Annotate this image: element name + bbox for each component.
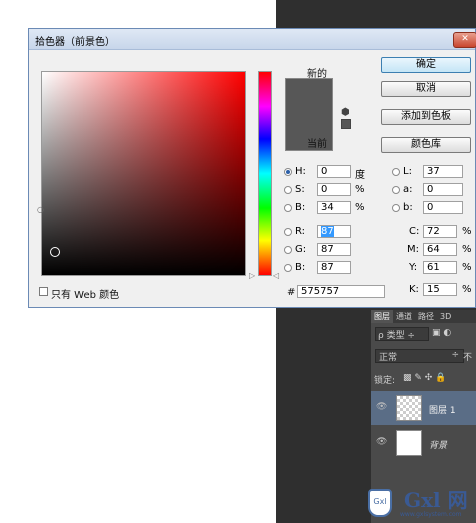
watermark-brand: Gxl 网 [404, 488, 468, 512]
label-blue: B: [295, 262, 306, 273]
hue-left-arrow-icon[interactable]: ▷ [249, 271, 255, 280]
tab-channels[interactable]: 通道 [393, 310, 415, 323]
tab-3d[interactable]: 3D [437, 311, 454, 322]
hue-right-arrow-icon[interactable]: ◁ [273, 271, 279, 280]
kind-filter-select[interactable]: ρ 类型 ÷ [375, 327, 429, 341]
unit-percent: % [462, 284, 472, 295]
tab-layers[interactable]: 图层 [371, 310, 393, 323]
layer-name[interactable]: 图层 1 [429, 403, 456, 416]
layer-name[interactable]: 背景 [429, 438, 447, 451]
color-libraries-button[interactable]: 颜色库 [381, 137, 471, 153]
unit-percent: % [462, 226, 472, 237]
unit-percent: % [462, 262, 472, 273]
label-r: R: [295, 226, 306, 237]
ok-button[interactable]: 确定 [381, 57, 471, 73]
m-input[interactable]: 64 [423, 243, 457, 256]
a-input[interactable]: 0 [423, 183, 463, 196]
r-value-selected: 87 [321, 226, 334, 237]
hex-hash-label: # [287, 287, 296, 298]
new-color-swatch [285, 78, 333, 115]
watermark-logo-icon: Gxl [368, 489, 392, 517]
visibility-eye-icon[interactable]: 👁 [376, 437, 387, 447]
hex-input[interactable]: 575757 [297, 285, 385, 298]
label-brightness: B: [295, 202, 306, 213]
blend-mode-value: 正常 [379, 353, 398, 363]
tab-paths[interactable]: 路径 [415, 310, 437, 323]
add-to-swatches-button[interactable]: 添加到色板 [381, 109, 471, 125]
lock-icons[interactable]: ▩ ✎ ✣ 🔒 [403, 373, 446, 383]
unit-percent: % [355, 202, 365, 213]
r-input[interactable]: 87 [317, 225, 351, 238]
label-s: S: [295, 184, 305, 195]
lab-b-input[interactable]: 0 [423, 201, 463, 214]
l-input[interactable]: 37 [423, 165, 463, 178]
filter-icons[interactable]: ▣ ◐ [432, 328, 451, 338]
saturation-brightness-field[interactable] [41, 71, 246, 276]
radio-g[interactable] [284, 246, 292, 254]
color-picker-dialog: 拾色器（前景色） ✕ ○ ▷ ◁ 新的 当前 ⬢ 确定 取消 添加到色板 颜色库… [28, 28, 476, 308]
label-c: C: [409, 226, 420, 237]
layers-panel-tabs: 图层 通道 路径 3D [371, 310, 476, 323]
field-edge-marker: ○ [37, 205, 44, 214]
k-input[interactable]: 15 [423, 283, 457, 296]
radio-brightness[interactable] [284, 204, 292, 212]
radio-l[interactable] [392, 168, 400, 176]
visibility-eye-icon[interactable]: 👁 [376, 402, 387, 412]
radio-s[interactable] [284, 186, 292, 194]
label-h: H: [295, 166, 306, 177]
unit-percent: % [462, 244, 472, 255]
gamut-cube-icon[interactable]: ⬢ [341, 107, 350, 118]
radio-a[interactable] [392, 186, 400, 194]
unit-percent: % [355, 184, 365, 195]
cancel-button[interactable]: 取消 [381, 81, 471, 97]
label-g: G: [295, 244, 307, 255]
s-input[interactable]: 0 [317, 183, 351, 196]
c-input[interactable]: 72 [423, 225, 457, 238]
label-lab-b: b: [403, 202, 413, 213]
layer-row-layer1[interactable]: 👁 图层 1 [371, 391, 476, 425]
dialog-title: 拾色器（前景色） [35, 37, 115, 48]
blend-mode-select[interactable]: 正常 ÷ [375, 349, 464, 363]
title-bar[interactable]: 拾色器（前景色） ✕ [29, 29, 476, 50]
radio-lab-b[interactable] [392, 204, 400, 212]
layer-thumbnail [396, 430, 422, 456]
label-y: Y: [409, 262, 418, 273]
layer-row-background[interactable]: 👁 背景 [371, 426, 476, 460]
close-button[interactable]: ✕ [453, 32, 476, 48]
color-marker[interactable] [50, 247, 60, 257]
blue-input[interactable]: 87 [317, 261, 351, 274]
lock-label: 锁定: [374, 376, 396, 386]
websafe-swatch-icon[interactable] [341, 119, 351, 129]
chevron-icon: ÷ [451, 350, 459, 360]
label-k: K: [409, 284, 419, 295]
unit-degree: 度 [355, 170, 365, 181]
y-input[interactable]: 61 [423, 261, 457, 274]
web-colors-only-checkbox[interactable] [39, 287, 48, 296]
opacity-label: 不 [463, 353, 473, 363]
layer-thumbnail [396, 395, 422, 421]
h-input[interactable]: 0 [317, 165, 351, 178]
hue-slider[interactable] [258, 71, 272, 276]
radio-blue[interactable] [284, 264, 292, 272]
watermark-url: www.gxlsystem.com [400, 511, 462, 518]
radio-h[interactable] [284, 168, 292, 176]
label-a: a: [403, 184, 413, 195]
current-color-label: 当前 [307, 139, 327, 150]
radio-r[interactable] [284, 228, 292, 236]
web-colors-only-label[interactable]: 只有 Web 颜色 [51, 286, 119, 301]
brightness-input[interactable]: 34 [317, 201, 351, 214]
label-m: M: [407, 244, 419, 255]
g-input[interactable]: 87 [317, 243, 351, 256]
label-l: L: [403, 166, 412, 177]
